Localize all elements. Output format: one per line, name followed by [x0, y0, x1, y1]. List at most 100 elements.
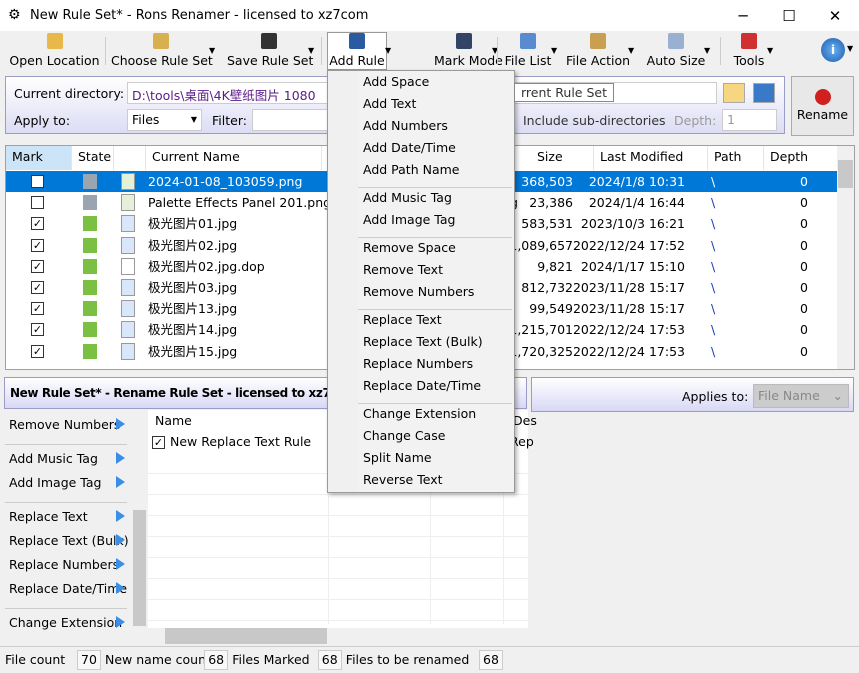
toolbar-auto-size-button[interactable]: Auto Size [646, 33, 706, 69]
add-arrow-icon[interactable] [116, 582, 125, 594]
depth-stepper[interactable]: 1 [722, 109, 777, 131]
dropdown-arrow-icon[interactable]: ▼ [209, 46, 215, 55]
rename-button[interactable]: Rename [791, 76, 854, 136]
palette-item[interactable]: Remove Numbers [9, 417, 120, 432]
file-modified: 2022/12/24 17:52 [572, 237, 685, 253]
dropdown-arrow-icon[interactable]: ▼ [704, 46, 710, 55]
file-modified: 2024/1/17 15:10 [580, 258, 685, 274]
grid-line [503, 474, 504, 624]
refresh-icon[interactable] [753, 83, 775, 103]
toolbar-choose-rule-set-button[interactable]: Choose Rule Set [111, 33, 213, 69]
close-button[interactable]: ✕ [812, 4, 858, 28]
mark-checkbox[interactable] [31, 175, 44, 188]
add-arrow-icon[interactable] [116, 534, 125, 546]
menu-item-reverse-text[interactable]: Reverse Text [363, 472, 443, 487]
rule-checkbox[interactable]: ✓ [152, 436, 165, 449]
toolbar-label: File Action [566, 53, 631, 68]
add-arrow-icon[interactable] [116, 452, 125, 464]
palette-item[interactable]: Change Extension [9, 615, 122, 630]
minimize-button[interactable]: ─ [720, 4, 766, 28]
add-rule-menu: Add Space Add Text Add Numbers Add Date/Tim… [327, 70, 515, 493]
toolbar-add-rule-button[interactable]: Add Rule [327, 32, 387, 70]
file-path: \ [711, 174, 716, 189]
palette-item[interactable]: Replace Numbers [9, 557, 119, 572]
palette-item[interactable]: Replace Text [9, 509, 88, 524]
file-path: \ [711, 322, 716, 338]
menu-item-replace-numbers[interactable]: Replace Numbers [363, 356, 473, 371]
info-icon[interactable]: i [821, 38, 845, 62]
status-value: 68 [479, 650, 503, 670]
toolbar-file-list-button[interactable]: File List [503, 33, 553, 69]
dropdown-arrow-icon[interactable]: ▼ [385, 46, 391, 55]
rules-description-header: Des [513, 413, 537, 428]
column-header[interactable]: Size [531, 146, 594, 170]
toolbar-mark-mode-button[interactable]: Mark Mode [434, 33, 503, 69]
add-arrow-icon[interactable] [116, 558, 125, 570]
menu-item-add-path-name[interactable]: Add Path Name [363, 162, 459, 177]
dropdown-arrow-icon[interactable]: ▼ [551, 46, 557, 55]
mark-checkbox[interactable]: ✓ [31, 238, 44, 252]
palette-item[interactable]: Add Music Tag [9, 451, 98, 466]
apply-to-select[interactable]: Files ▼ [127, 109, 202, 131]
file-size: 1,720,325 [509, 343, 573, 359]
menu-item-change-case[interactable]: Change Case [363, 428, 445, 443]
menu-item-add-text[interactable]: Add Text [363, 96, 416, 111]
info-dropdown-arrow[interactable]: ▼ [847, 44, 853, 53]
column-header[interactable]: Mark [6, 146, 72, 170]
rules-horizontal-scrollbar[interactable] [148, 628, 528, 645]
grid-line [148, 494, 528, 495]
menu-item-replace-text[interactable]: Replace Text [363, 312, 442, 327]
add-arrow-icon[interactable] [116, 510, 125, 522]
palette-separator [5, 608, 127, 609]
toolbar-file-action-button[interactable]: File Action [566, 33, 630, 69]
maximize-button[interactable]: ☐ [766, 4, 812, 28]
menu-item-remove-text[interactable]: Remove Text [363, 262, 443, 277]
menu-item-add-numbers[interactable]: Add Numbers [363, 118, 448, 133]
palette-item[interactable]: Replace Date/Time [9, 581, 127, 596]
grid-vertical-scrollbar[interactable] [837, 146, 854, 369]
menu-item-replace-text-bulk-[interactable]: Replace Text (Bulk) [363, 334, 483, 349]
add-arrow-icon[interactable] [116, 418, 125, 430]
menu-item-add-music-tag[interactable]: Add Music Tag [363, 190, 452, 205]
browse-folder-icon[interactable] [723, 83, 745, 103]
dropdown-arrow-icon[interactable]: ▼ [308, 46, 314, 55]
mark-checkbox[interactable]: ✓ [31, 217, 44, 231]
column-header[interactable]: Last Modified [594, 146, 708, 170]
menu-item-add-space[interactable]: Add Space [363, 74, 429, 89]
menu-item-add-image-tag[interactable]: Add Image Tag [363, 212, 455, 227]
column-header[interactable] [114, 146, 146, 170]
add-arrow-icon[interactable] [116, 476, 125, 488]
column-header[interactable]: Current Name [146, 146, 322, 170]
file-depth: 0 [800, 195, 808, 211]
menu-separator [358, 237, 512, 238]
add-arrow-icon[interactable] [116, 616, 125, 628]
mark-checkbox[interactable]: ✓ [31, 323, 44, 337]
mark-checkbox[interactable]: ✓ [31, 344, 44, 358]
tools-icon [741, 33, 757, 49]
palette-item[interactable]: Replace Text (Bulk) [9, 533, 129, 548]
menu-item-remove-numbers[interactable]: Remove Numbers [363, 284, 474, 299]
include-subdirectories-checkbox[interactable]: Include sub-directories [523, 113, 666, 128]
filter-input[interactable] [252, 109, 332, 131]
column-header[interactable]: Path [708, 146, 764, 170]
applies-to-select[interactable]: File Name ⌄ [753, 384, 849, 408]
column-header[interactable]: Depth [764, 146, 838, 170]
menu-item-remove-space[interactable]: Remove Space [363, 240, 456, 255]
column-header[interactable]: State [72, 146, 114, 170]
dropdown-arrow-icon[interactable]: ▼ [628, 46, 634, 55]
menu-item-change-extension[interactable]: Change Extension [363, 406, 476, 421]
menu-item-replace-date-time[interactable]: Replace Date/Time [363, 378, 481, 393]
palette-scrollbar[interactable] [133, 410, 147, 646]
mark-checkbox[interactable] [31, 196, 44, 210]
menu-item-split-name[interactable]: Split Name [363, 450, 432, 465]
mark-checkbox[interactable]: ✓ [31, 302, 44, 316]
toolbar-open-location-button[interactable]: Open Location [6, 33, 103, 69]
mark-checkbox[interactable]: ✓ [31, 259, 44, 273]
dropdown-arrow-icon[interactable]: ▼ [767, 46, 773, 55]
toolbar-save-rule-set-button[interactable]: Save Rule Set [227, 33, 313, 69]
menu-item-add-date-time[interactable]: Add Date/Time [363, 140, 456, 155]
applies-to-panel: Applies to: File Name ⌄ [531, 377, 854, 412]
palette-item[interactable]: Add Image Tag [9, 475, 101, 490]
toolbar-tools-button[interactable]: Tools [729, 33, 769, 69]
mark-checkbox[interactable]: ✓ [31, 281, 44, 294]
